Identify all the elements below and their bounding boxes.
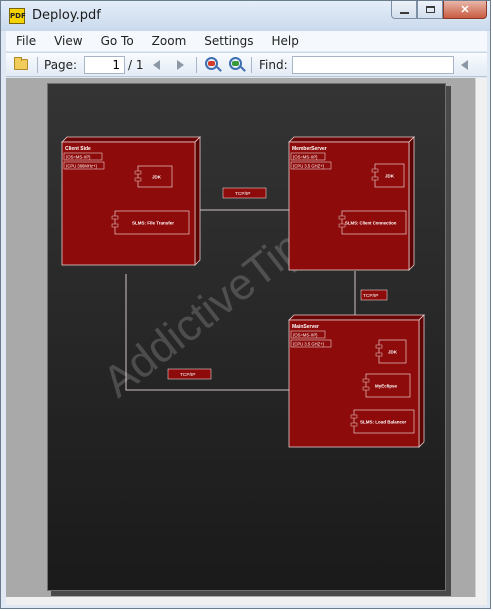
component-port <box>371 176 379 181</box>
node-top-face <box>288 136 415 143</box>
stereotype-cpu: {CPU 3.5 GHZ+} <box>293 164 325 169</box>
component-port <box>362 386 370 391</box>
page-label: Page: <box>44 58 78 72</box>
open-folder-icon[interactable] <box>14 57 28 70</box>
deployment-diagram: AddictiveTips Client Side {OS=MS-XP} {CP… <box>61 136 425 448</box>
node-front-face <box>288 141 410 271</box>
node-client-side: Client Side {OS=MS-XP} {CPU 366MHz+} JDK… <box>61 136 201 266</box>
component-label: SLMS: Load Balancer <box>360 420 407 425</box>
link-label-right: TCP/IP <box>360 289 388 301</box>
stereotype-os: {OS=MS-XP} <box>293 155 318 160</box>
node-title: MemberServer <box>292 146 327 152</box>
link-label-text: TCP/IP <box>235 191 250 197</box>
toolbar-separator <box>251 57 252 73</box>
component-label: JDK <box>385 174 395 179</box>
component-label: MyEclipse <box>375 384 398 389</box>
node-title: Client Side <box>65 146 91 152</box>
component-port <box>111 215 119 220</box>
node-top-face <box>288 314 425 321</box>
node-main-server: MainServer {OS=MS-XP} {CPU 3.5 GHZ+} JDK… <box>288 314 425 448</box>
zoom-in-icon[interactable] <box>229 57 242 70</box>
find-label: Find: <box>259 58 288 72</box>
menu-go-to[interactable]: Go To <box>92 34 143 48</box>
window-title: Deploy.pdf <box>32 8 101 23</box>
maximize-button[interactable] <box>417 1 443 19</box>
page-number-input[interactable]: 1 <box>84 56 125 74</box>
node-side-face <box>408 136 415 271</box>
window-controls: ✕ <box>391 1 487 21</box>
page-total: / 1 <box>128 58 144 72</box>
component-port <box>371 168 379 173</box>
stereotype-os: {OS=MS-XP} <box>66 155 91 160</box>
minus-badge <box>208 61 215 66</box>
minimize-icon <box>399 11 409 14</box>
plus-badge <box>232 61 239 66</box>
next-page-icon[interactable] <box>177 60 184 70</box>
toolbar-separator <box>196 57 197 73</box>
node-front-face <box>61 141 196 266</box>
component-port <box>375 352 383 357</box>
previous-page-icon[interactable] <box>153 60 160 70</box>
pdf-app-icon: PDF <box>9 8 26 24</box>
find-previous-icon[interactable] <box>461 60 468 70</box>
menu-view[interactable]: View <box>45 34 91 48</box>
vertical-scrollbar[interactable] <box>475 78 487 597</box>
app-window: PDF Deploy.pdf ✕ File View Go To Zoom Se… <box>0 0 491 609</box>
document-viewer[interactable]: AddictiveTips Client Side {OS=MS-XP} {CP… <box>6 78 475 597</box>
pdf-page: AddictiveTips Client Side {OS=MS-XP} {CP… <box>47 83 446 591</box>
component-label: JDK <box>152 175 162 180</box>
zoom-out-icon[interactable] <box>205 57 218 70</box>
component-port <box>134 177 142 182</box>
title-bar[interactable]: PDF Deploy.pdf ✕ <box>1 1 490 31</box>
component-port <box>362 378 370 383</box>
link-label-top: TCP/IP <box>222 187 267 199</box>
close-button[interactable]: ✕ <box>443 1 487 19</box>
component-port <box>350 422 358 427</box>
menu-file[interactable]: File <box>6 34 45 48</box>
node-member-server: MemberServer {OS=MS-XP} {CPU 3.5 GHZ+} J… <box>288 136 415 271</box>
component-port <box>338 215 346 220</box>
menu-settings[interactable]: Settings <box>195 34 262 48</box>
toolbar: Page: 1 / 1 Find: <box>6 52 487 77</box>
maximize-icon <box>425 6 435 13</box>
component-label: JDK <box>388 350 398 355</box>
menu-zoom[interactable]: Zoom <box>143 34 196 48</box>
component-port <box>134 170 142 175</box>
link-label-text: TCP/IP <box>180 372 195 378</box>
link-label-bottom: TCP/IP <box>167 368 212 380</box>
component-label: SLMS: Client Connection <box>345 221 397 226</box>
link-label-text: TCP/IP <box>363 293 378 299</box>
minimize-button[interactable] <box>391 1 417 19</box>
component-port <box>111 223 119 228</box>
close-icon: ✕ <box>460 4 470 16</box>
horizontal-scrollbar[interactable] <box>6 597 487 605</box>
node-title: MainServer <box>292 324 319 330</box>
component-label: SLMS: File Transfer <box>132 221 174 226</box>
node-side-face <box>418 314 425 448</box>
menu-help[interactable]: Help <box>262 34 307 48</box>
node-top-face <box>61 136 201 143</box>
stereotype-cpu: {CPU 366MHz+} <box>66 164 97 169</box>
toolbar-separator <box>37 57 38 73</box>
node-side-face <box>194 136 201 266</box>
stereotype-cpu: {CPU 3.5 GHZ+} <box>293 342 325 347</box>
stereotype-os: {OS=MS-XP} <box>293 333 318 338</box>
component-port <box>375 344 383 349</box>
component-port <box>350 414 358 419</box>
find-input[interactable] <box>292 56 454 74</box>
menu-bar: File View Go To Zoom Settings Help <box>6 31 487 51</box>
